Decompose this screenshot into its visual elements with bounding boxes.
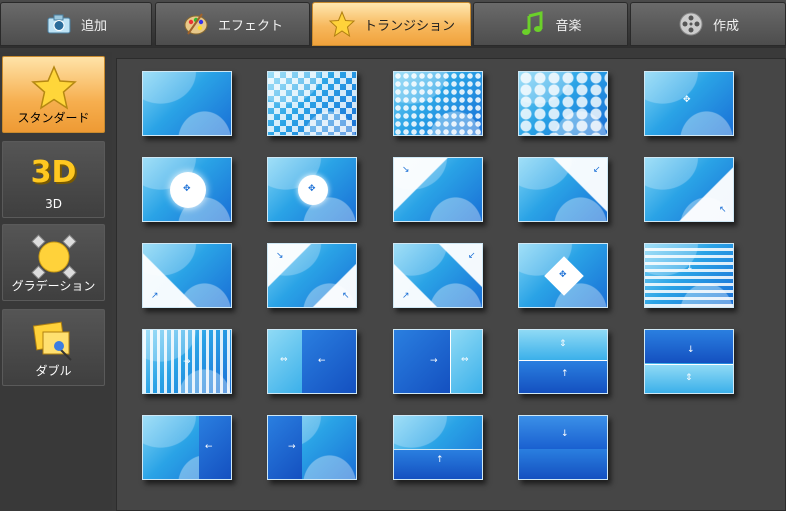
transition-overlay xyxy=(645,244,733,307)
gradient-sphere-icon xyxy=(30,233,77,280)
transition-overlay xyxy=(199,416,231,479)
transition-thumbnail[interactable]: ↑ xyxy=(393,415,483,480)
arrow-icon: ↗ xyxy=(151,291,159,301)
arrow-icon: ✥ xyxy=(183,184,191,194)
transition-thumbnail[interactable]: ↘ xyxy=(393,157,483,222)
transition-thumbnail[interactable]: ↓ ⇕ xyxy=(644,329,734,394)
category-label: 3D xyxy=(45,197,62,211)
arrow-icon: ↙ xyxy=(468,251,476,261)
category-standard[interactable]: スタンダード xyxy=(2,56,105,133)
transition-thumbnail[interactable]: ↓ xyxy=(518,415,608,480)
transition-thumbnail[interactable]: ↗ xyxy=(142,243,232,308)
music-note-icon xyxy=(519,10,547,38)
transition-thumbnail[interactable]: ↙ xyxy=(518,157,608,222)
arrow-icon: ← xyxy=(205,442,213,452)
transition-thumbnail[interactable]: ⇕ ↑ xyxy=(518,329,608,394)
tab-label: エフェクト xyxy=(217,18,283,34)
category-label: グラデーション xyxy=(11,279,96,293)
transition-overlay xyxy=(268,72,356,135)
arrow-icon: ← xyxy=(318,356,326,366)
category-label: スタンダード xyxy=(17,111,90,125)
arrow-icon: ↘ xyxy=(276,251,284,261)
category-label: ダブル xyxy=(35,364,72,378)
category-3d[interactable]: 3D 3D xyxy=(2,141,105,218)
arrow-icon: ↓ xyxy=(686,263,694,273)
arrow-icon: ⇕ xyxy=(685,373,693,383)
transition-overlay xyxy=(302,330,356,393)
tab-label: トランジション xyxy=(363,18,455,34)
transition-thumbnail[interactable]: → xyxy=(142,329,232,394)
tab-label: 音楽 xyxy=(555,18,582,34)
transition-overlay xyxy=(394,330,450,393)
transition-thumbnail[interactable]: ✥ xyxy=(267,157,357,222)
camera-icon xyxy=(45,10,73,38)
category-gradation[interactable]: グラデーション xyxy=(2,224,105,301)
transition-overlay xyxy=(394,72,482,135)
transition-thumbnail[interactable] xyxy=(393,71,483,136)
arrow-icon: ↗ xyxy=(402,291,410,301)
tab-transitions[interactable]: トランジション xyxy=(312,2,471,46)
transition-thumbnail[interactable]: → ⇔ xyxy=(393,329,483,394)
transition-thumbnail[interactable]: ✥ xyxy=(644,71,734,136)
star-icon xyxy=(328,10,356,38)
transition-thumbnail[interactable] xyxy=(142,71,232,136)
tab-add[interactable]: 追加 xyxy=(0,2,152,46)
arrow-icon: ↑ xyxy=(436,455,444,465)
arrow-icon: ⇕ xyxy=(559,339,567,349)
arrow-icon: ↙ xyxy=(593,165,601,175)
transition-thumbnail[interactable] xyxy=(518,71,608,136)
arrow-icon: ↓ xyxy=(561,429,569,439)
arrow-icon: ↓ xyxy=(687,345,695,355)
arrow-icon: ↖ xyxy=(719,205,727,215)
transition-thumbnail[interactable]: ↗ ↙ xyxy=(393,243,483,308)
tab-music[interactable]: 音楽 xyxy=(473,2,628,46)
tab-bar: 追加 エフェクト トランジション 音楽 作成 xyxy=(0,0,786,48)
arrow-icon: ↖ xyxy=(342,291,350,301)
transition-thumbnail[interactable]: ✥ xyxy=(518,243,608,308)
arrow-icon: ↑ xyxy=(561,369,569,379)
arrow-icon: → xyxy=(430,356,438,366)
arrow-icon: ✥ xyxy=(559,270,567,280)
arrow-icon: ✥ xyxy=(683,95,691,105)
transition-thumbnail[interactable]: ⇔ ← xyxy=(267,329,357,394)
arrow-icon: ↘ xyxy=(402,165,410,175)
tab-effects[interactable]: エフェクト xyxy=(155,2,310,46)
tab-create[interactable]: 作成 xyxy=(630,2,786,46)
category-double[interactable]: ダブル xyxy=(2,309,105,386)
arrow-icon: ⇔ xyxy=(280,355,288,365)
film-reel-icon xyxy=(677,10,705,38)
transition-thumbnail[interactable]: ← xyxy=(142,415,232,480)
transition-overlay xyxy=(268,416,302,479)
transition-thumbnail[interactable]: ↖ xyxy=(644,157,734,222)
transition-thumbnail[interactable]: ✥ xyxy=(142,157,232,222)
transition-grid: ✥ ✥ ✥ ↘ ↙ ↖ ↗ ↘ ↖ ↗ ↙ ✥ ↓ → ⇔ ← → ⇔ ⇕ ↑ ↓ ⇕ ← → ↑ ↓ xyxy=(116,58,786,511)
arrow-icon: → xyxy=(288,442,296,452)
transition-thumbnail[interactable]: ↘ ↖ xyxy=(267,243,357,308)
arrow-icon: → xyxy=(183,357,191,367)
double-pin-icon xyxy=(31,318,77,364)
category-sidebar: スタンダード 3D 3D グラデーション ダブル xyxy=(0,52,112,511)
tab-label: 作成 xyxy=(712,18,739,34)
arrow-icon: ✥ xyxy=(308,184,316,194)
tab-label: 追加 xyxy=(80,18,107,34)
palette-icon xyxy=(182,10,210,38)
transition-overlay xyxy=(519,449,607,479)
transition-thumbnail[interactable]: → xyxy=(267,415,357,480)
arrow-icon: ⇔ xyxy=(461,355,469,365)
transition-thumbnail[interactable]: ↓ xyxy=(644,243,734,308)
star-icon xyxy=(30,65,77,111)
3d-text-icon: 3D xyxy=(30,155,77,190)
transition-thumbnail[interactable] xyxy=(267,71,357,136)
transition-overlay xyxy=(519,72,607,135)
